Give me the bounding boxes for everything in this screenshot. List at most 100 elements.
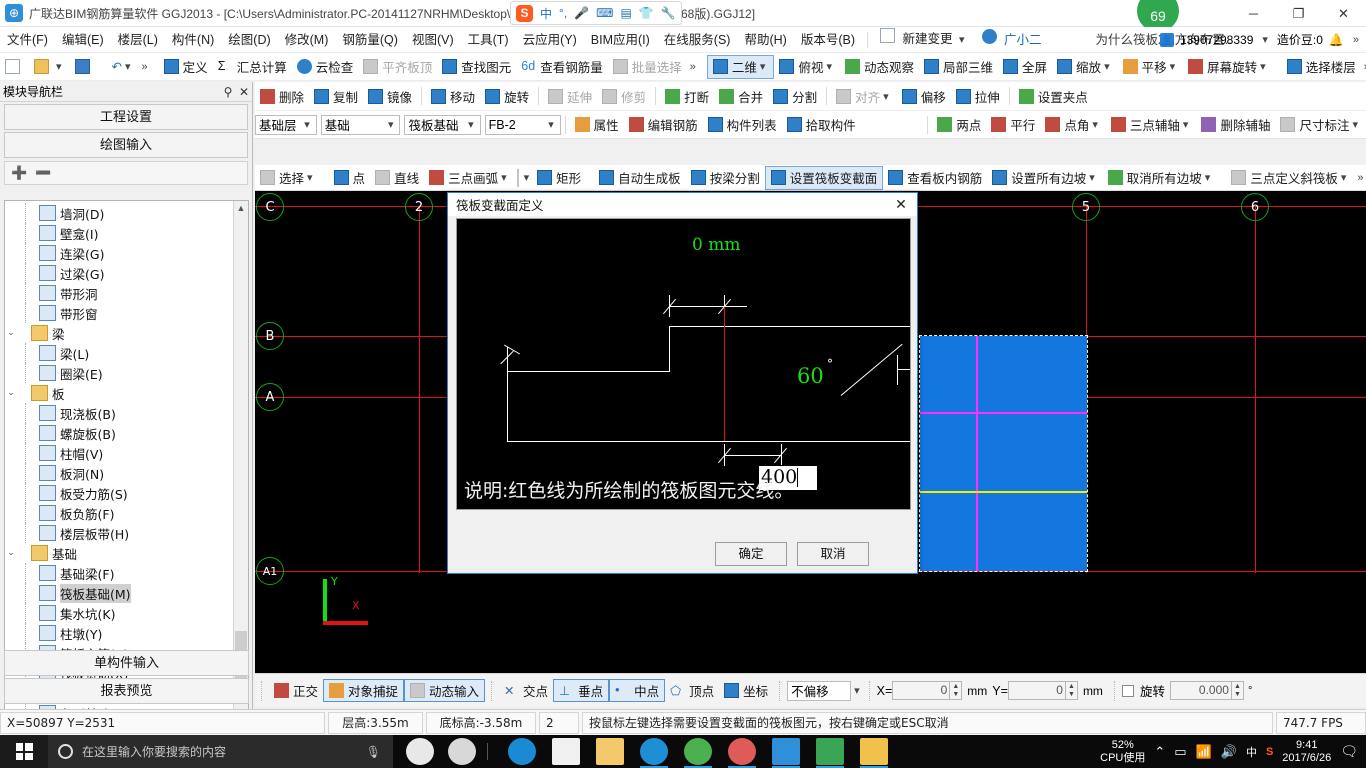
summary-calc-button[interactable]: Σ 汇总计算 [213,55,292,79]
select-floor-button[interactable]: 选择楼层 [1282,55,1361,79]
menu-rebar[interactable]: 钢筋量(Q) [335,27,405,53]
intersection-snap-toggle[interactable]: ✕ 交点 [499,679,553,702]
edit-rebar-button[interactable]: 编辑钢筋 [624,113,703,137]
tree-item[interactable]: 基础梁(F) [5,563,248,583]
set-all-slopes-button[interactable]: 设置所有边坡 ▾ [987,166,1103,190]
beans-label[interactable]: 造价豆:0 [1277,31,1323,48]
ime-keyboard-icon[interactable]: ⌨ [596,6,613,20]
component-name-selector[interactable]: FB-2 ▾ [484,114,561,135]
undo-chevron-down-icon[interactable]: ▾ [122,60,134,73]
battery-icon[interactable]: ▭ [1174,744,1186,760]
open-chevron-down-icon[interactable]: ▾ [53,60,65,73]
drawing-input-button[interactable]: 绘图输入 [4,132,248,158]
pan-button[interactable]: 平移 ▾ [1118,55,1184,79]
open-file-button[interactable]: ▾ [29,55,70,79]
menu-bim[interactable]: BIM应用(I) [584,27,657,53]
coordinate-snap-toggle[interactable]: 坐标 [719,679,773,702]
perpendicular-snap-toggle[interactable]: ⊥ 垂点 [553,679,610,702]
zoom-button[interactable]: 缩放 ▾ [1052,55,1118,79]
dimension-chevron-down-icon[interactable]: ▾ [1349,118,1361,131]
menu-modify[interactable]: 修改(M) [278,27,336,53]
taskbar-app-3-icon[interactable] [640,738,668,765]
tree-item[interactable]: 梁(L) [5,343,248,363]
ime-skin-icon[interactable]: 👕 [639,6,654,20]
category-selector-chevron-down-icon[interactable]: ▾ [385,118,397,131]
midpoint-snap-toggle[interactable]: • 中点 [609,679,666,702]
set-slope-chevron-down-icon[interactable]: ▾ [1086,171,1098,184]
navigator-close-icon[interactable]: ✕ [236,85,252,99]
tree-group[interactable]: ⌄ 板 [5,383,248,403]
tree-item[interactable]: 板负筋(F) [5,503,248,523]
tree-item[interactable]: 集水坑(K) [5,603,248,623]
dialog-preview-canvas[interactable]: 0 mm 60 ° 400 说明:红色线为所绘制的筏板图元交线。 [456,218,911,510]
floor-selector-chevron-down-icon[interactable]: ▾ [301,118,313,131]
copy-button[interactable]: 复制 [309,84,363,108]
pin-icon[interactable]: ⚲ [220,85,236,99]
move-button[interactable]: 移动 [426,84,480,108]
mirror-button[interactable]: 镜像 [363,84,417,108]
dialog-ok-button[interactable]: 确定 [715,542,787,566]
line-tool-button[interactable]: 直线 [370,166,424,190]
parallel-axis-button[interactable]: 平行 [986,113,1040,137]
rotate-checkbox[interactable] [1121,684,1134,697]
taskbar-edge-icon[interactable] [508,738,536,765]
y-input[interactable]: 0 [1007,681,1066,700]
draw-extra-combo-chevron-down-icon[interactable]: ▾ [521,171,533,184]
volume-icon[interactable]: 🔊 [1221,744,1237,760]
offset-button[interactable]: 偏移 [897,84,951,108]
split-by-beam-button[interactable]: 按梁分割 [686,166,765,190]
tree-item[interactable]: 柱墩(Y) [5,623,248,643]
tree-item[interactable]: 螺旋板(B) [5,423,248,443]
menu-cloud[interactable]: 云应用(Y) [516,27,584,53]
tree-item[interactable]: 现浇板(B) [5,403,248,423]
pick-component-button[interactable]: 拾取构件 [782,113,861,137]
merge-button[interactable]: 合并 [714,84,768,108]
start-button[interactable] [0,735,48,768]
report-preview-button[interactable]: 报表预览 [4,678,249,704]
minimize-button[interactable]: ─ [1231,0,1276,27]
tree-item[interactable]: 带形窗 [5,303,248,323]
point-tool-button[interactable]: 点 [329,166,371,190]
taskbar-app-4-icon[interactable] [684,738,712,765]
view-rebar-qty-button[interactable]: 6d 查看钢筋量 [516,55,608,79]
cancel-slope-chevron-down-icon[interactable]: ▾ [1202,171,1214,184]
save-button[interactable] [70,55,99,79]
three-point-arc-button[interactable]: 三点画弧 ▾ [424,166,515,190]
axis-bubble-2[interactable]: 2 [405,193,433,221]
delete-button[interactable]: 删除 [255,84,309,108]
pan-chevron-down-icon[interactable]: ▾ [1167,60,1179,73]
expand-all-icon[interactable]: ➕ [11,165,27,181]
auto-generate-slab-button[interactable]: 自动生成板 [594,166,686,190]
new-change-button[interactable]: 新建变更 ▾ [873,26,975,53]
tree-group[interactable]: ⌄ 梁 [5,323,248,343]
axis-bubble-B[interactable]: B [256,322,284,350]
menu-tools[interactable]: 工具(T) [461,27,516,53]
taskbar-app-6-icon[interactable] [816,738,844,765]
find-element-button[interactable]: 查找图元 [437,55,516,79]
scroll-up-icon[interactable]: ▲ [234,201,248,216]
tree-item[interactable]: 圈梁(E) [5,363,248,383]
tree-item[interactable]: 板洞(N) [5,463,248,483]
view-2d-button[interactable]: 二维 ▾ [706,54,775,79]
account-chevron-down-icon[interactable]: ▾ [1259,33,1271,46]
orbit-button[interactable]: 动态观察 [840,55,919,79]
menu-edit[interactable]: 编辑(E) [55,27,111,53]
sogou-tray-icon[interactable]: S [1266,746,1273,758]
tree-item[interactable]: 楼层板带(H) [5,523,248,543]
taskbar-app-1-icon[interactable] [406,738,434,765]
set-grip-button[interactable]: 设置夹点 [1014,84,1093,108]
tree-item[interactable]: 连梁(G) [5,243,248,263]
wifi-icon[interactable]: 📶 [1196,744,1212,760]
menu-floor[interactable]: 楼层(L) [111,27,165,53]
stretch-button[interactable]: 拉伸 [951,84,1005,108]
toolbar-overflow-icon[interactable]: » [139,61,151,73]
tree-item[interactable]: 板受力筋(S) [5,483,248,503]
tree-item[interactable]: 墙洞(D) [5,203,248,223]
screen-rotate-button[interactable]: 屏幕旋转 ▾ [1183,55,1274,79]
notification-bell-icon[interactable]: 🔔 [1329,33,1344,47]
main-toolbar-overflow-icon[interactable]: » [687,61,699,73]
microphone-icon[interactable]: 🎙 [366,745,381,759]
cloud-check-button[interactable]: 云检查 [292,55,359,79]
action-center-icon[interactable]: 🗨 [1340,743,1358,760]
chevron-down-icon[interactable]: ⌄ [5,388,17,398]
